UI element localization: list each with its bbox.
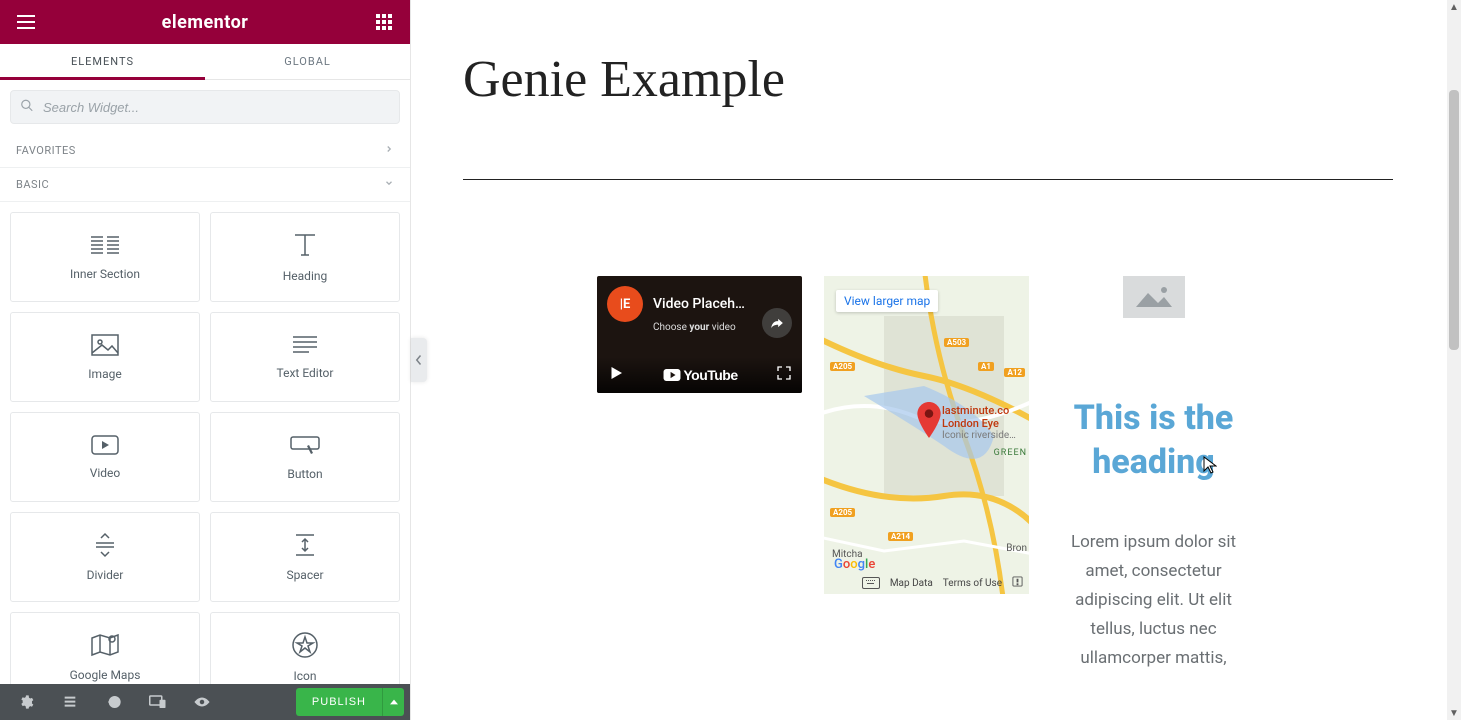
button-icon bbox=[289, 433, 321, 457]
widget-divider[interactable]: Divider bbox=[10, 512, 200, 602]
road-label: A205 bbox=[830, 508, 855, 517]
page-title: Genie Example bbox=[463, 50, 1401, 109]
video-subtitle: Choose your video bbox=[653, 322, 736, 333]
widget-label: Icon bbox=[293, 669, 316, 683]
place-label: GREEN bbox=[994, 448, 1027, 458]
road-label: A12 bbox=[1004, 368, 1025, 377]
widget-spacer[interactable]: Spacer bbox=[210, 512, 400, 602]
tab-elements[interactable]: ELEMENTS bbox=[0, 44, 205, 79]
widget-inner-section[interactable]: Inner Section bbox=[10, 212, 200, 302]
sidebar-footer: PUBLISH bbox=[0, 684, 410, 720]
fullscreen-icon[interactable] bbox=[776, 365, 792, 385]
widget-label: Inner Section bbox=[70, 267, 140, 281]
place-label: Bron bbox=[1006, 543, 1027, 554]
widget-label: Heading bbox=[283, 269, 328, 283]
image-placeholder[interactable] bbox=[1123, 276, 1185, 318]
content-row: |E Video Placeh… Choose your video bbox=[597, 276, 1401, 673]
heading-icon bbox=[291, 231, 319, 259]
editor-canvas[interactable]: Genie Example |E Video Placeh… Choose yo… bbox=[411, 0, 1461, 720]
road-label: A503 bbox=[944, 338, 969, 347]
widget-video[interactable]: Video bbox=[10, 412, 200, 502]
collapse-sidebar-handle[interactable] bbox=[411, 338, 427, 382]
keyboard-icon[interactable] bbox=[862, 577, 880, 589]
map-credits: Map Data Terms of Use bbox=[862, 576, 1023, 590]
map-widget[interactable]: A205 A503 A1 A12 A205 A214 Mitcha GREEN … bbox=[824, 276, 1029, 594]
chevron-right-icon bbox=[384, 144, 394, 157]
settings-icon[interactable] bbox=[6, 684, 46, 720]
widget-icon[interactable]: Icon bbox=[210, 612, 400, 684]
preview-icon[interactable] bbox=[182, 684, 222, 720]
search-widget bbox=[10, 90, 400, 124]
road-label: A1 bbox=[978, 362, 994, 371]
google-logo: Google bbox=[834, 553, 875, 572]
text-editor-icon bbox=[291, 334, 319, 356]
publish-group: PUBLISH bbox=[296, 688, 404, 716]
scrollbar-thumb[interactable] bbox=[1449, 90, 1459, 350]
history-icon[interactable] bbox=[94, 684, 134, 720]
text-widget[interactable]: Lorem ipsum dolor sit amet, consectetur … bbox=[1051, 528, 1256, 672]
publish-button[interactable]: PUBLISH bbox=[296, 688, 382, 716]
publish-label: PUBLISH bbox=[312, 696, 366, 708]
widget-label: Divider bbox=[87, 568, 124, 582]
search-input[interactable] bbox=[10, 90, 400, 124]
section-label: BASIC bbox=[16, 178, 49, 191]
widget-google-maps[interactable]: Google Maps bbox=[10, 612, 200, 684]
video-icon bbox=[90, 434, 120, 456]
apps-grid-icon[interactable] bbox=[372, 10, 396, 34]
heading-widget[interactable]: This is the heading bbox=[1051, 396, 1256, 484]
elementor-logo: elementor bbox=[162, 12, 249, 33]
inner-section-icon bbox=[89, 233, 121, 257]
widget-heading[interactable]: Heading bbox=[210, 212, 400, 302]
map-poi-label[interactable]: lastminute.co London Eye Iconic riversid… bbox=[942, 404, 1016, 442]
search-icon bbox=[20, 98, 34, 117]
navigator-icon[interactable] bbox=[50, 684, 90, 720]
widget-label: Spacer bbox=[286, 568, 323, 582]
widget-label: Video bbox=[90, 466, 121, 480]
publish-dropdown[interactable] bbox=[382, 688, 404, 716]
canvas-scrollbar[interactable]: ▲ ▼ bbox=[1447, 0, 1461, 720]
youtube-logo[interactable]: YouTube bbox=[663, 367, 737, 383]
elementor-badge-icon: |E bbox=[607, 286, 643, 322]
tab-label: GLOBAL bbox=[284, 55, 331, 68]
image-icon bbox=[90, 333, 120, 357]
spacer-icon bbox=[292, 532, 318, 558]
view-larger-map-link[interactable]: View larger map bbox=[836, 290, 938, 312]
widgets-grid: Inner Section Heading Image Text Editor … bbox=[0, 202, 410, 684]
terms-link[interactable]: Terms of Use bbox=[943, 578, 1002, 589]
map-icon bbox=[90, 632, 120, 658]
tab-label: ELEMENTS bbox=[71, 55, 134, 68]
widget-label: Image bbox=[88, 367, 121, 381]
widget-label: Button bbox=[287, 467, 322, 481]
scroll-up-arrow[interactable]: ▲ bbox=[1447, 0, 1461, 14]
map-data-link[interactable]: Map Data bbox=[890, 578, 933, 589]
hamburger-menu-icon[interactable] bbox=[14, 10, 38, 34]
widget-image[interactable]: Image bbox=[10, 312, 200, 402]
section-basic[interactable]: BASIC bbox=[0, 168, 410, 202]
road-label: A205 bbox=[830, 362, 855, 371]
elementor-sidebar: elementor ELEMENTS GLOBAL FAVORITES bbox=[0, 0, 411, 720]
star-icon bbox=[291, 631, 319, 659]
map-pin-icon[interactable] bbox=[916, 402, 942, 442]
tab-global[interactable]: GLOBAL bbox=[205, 44, 410, 79]
section-label: FAVORITES bbox=[16, 144, 76, 157]
responsive-icon[interactable] bbox=[138, 684, 178, 720]
divider-icon bbox=[92, 532, 118, 558]
video-widget[interactable]: |E Video Placeh… Choose your video bbox=[597, 276, 802, 393]
image-placeholder-icon bbox=[1134, 283, 1174, 311]
report-icon[interactable] bbox=[1012, 576, 1023, 590]
play-icon[interactable] bbox=[607, 364, 625, 386]
widget-text-editor[interactable]: Text Editor bbox=[210, 312, 400, 402]
share-icon[interactable] bbox=[762, 308, 792, 338]
page-divider bbox=[463, 179, 1393, 180]
section-favorites[interactable]: FAVORITES bbox=[0, 134, 410, 168]
scroll-down-arrow[interactable]: ▼ bbox=[1447, 706, 1461, 720]
sidebar-tabs: ELEMENTS GLOBAL bbox=[0, 44, 410, 80]
widget-label: Text Editor bbox=[277, 366, 334, 380]
widget-button[interactable]: Button bbox=[210, 412, 400, 502]
widget-label: Google Maps bbox=[70, 668, 141, 682]
road-label: A214 bbox=[888, 532, 913, 541]
chevron-down-icon bbox=[384, 178, 394, 191]
sidebar-header: elementor bbox=[0, 0, 410, 44]
